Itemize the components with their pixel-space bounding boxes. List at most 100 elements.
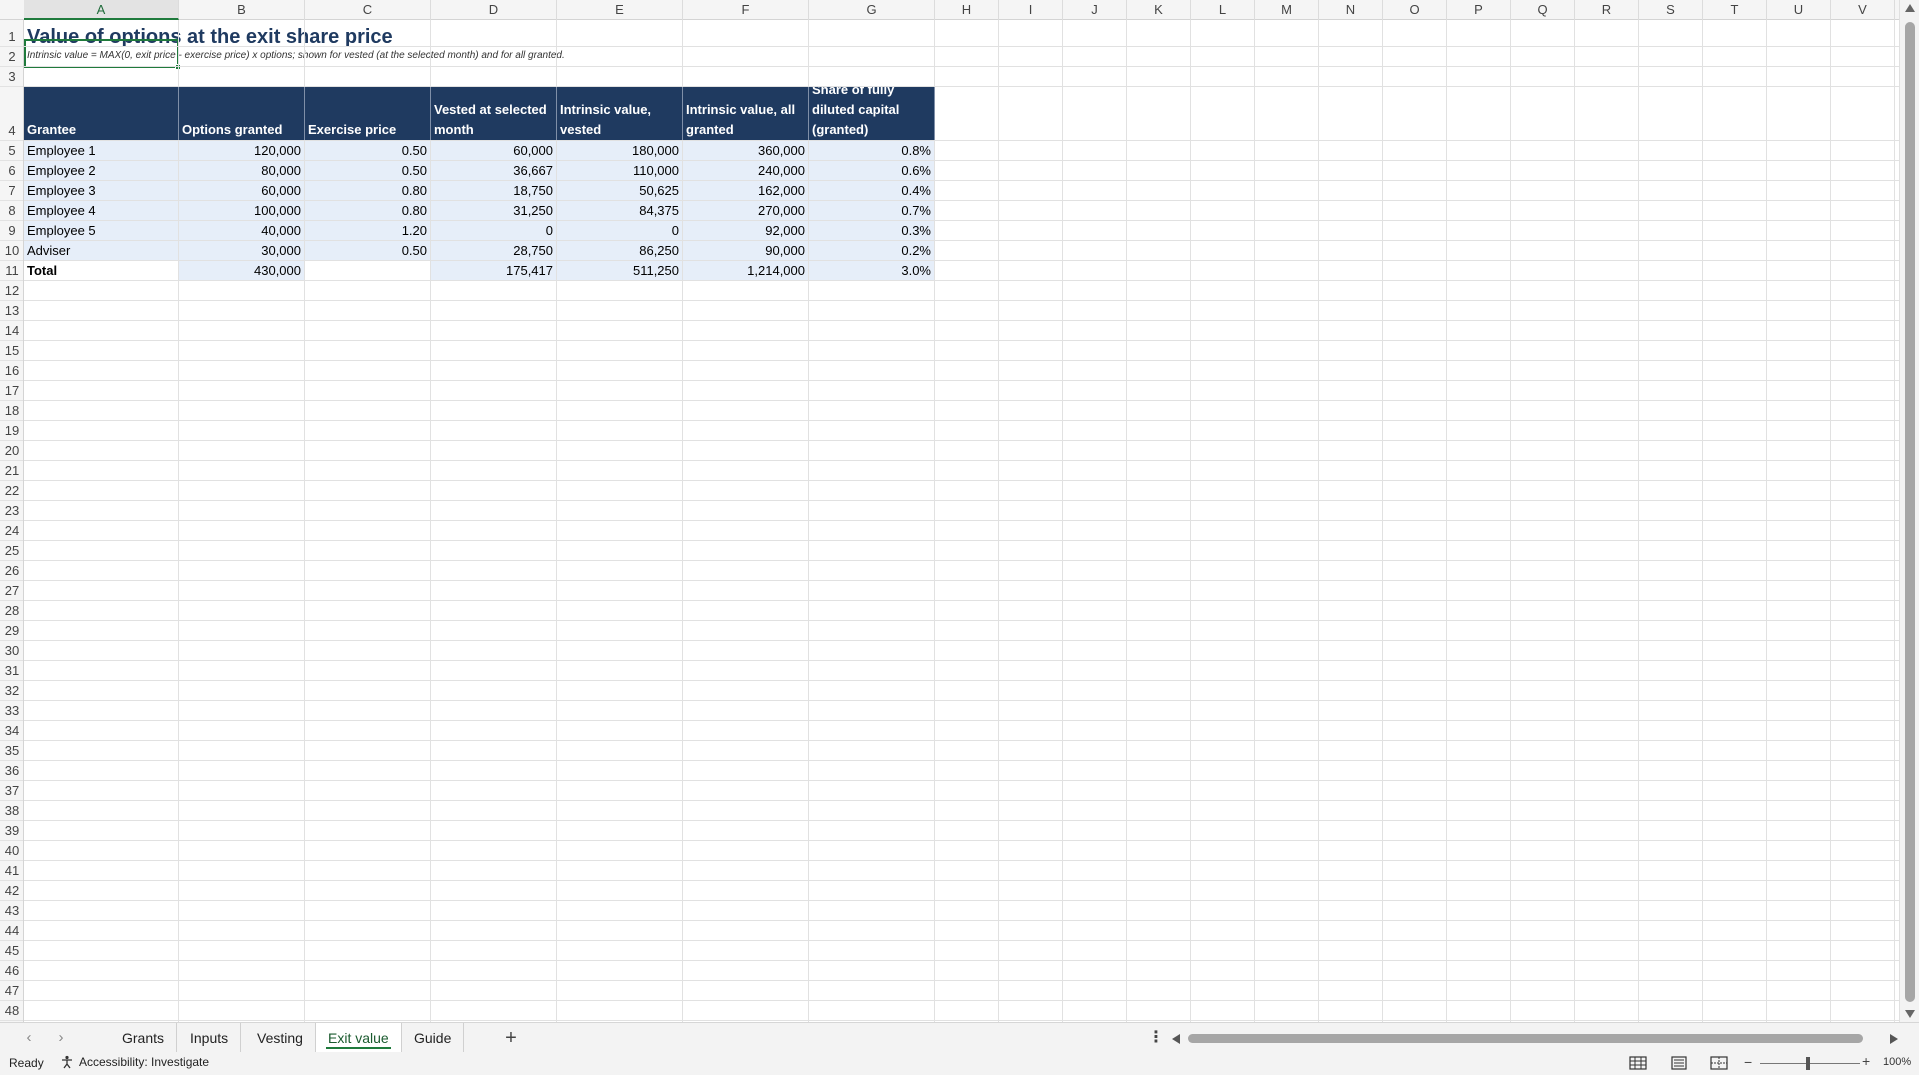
table-cell[interactable]: 0.8% (809, 141, 934, 160)
table-cell[interactable]: 0.7% (809, 201, 934, 220)
table-cell[interactable]: 18,750 (431, 181, 556, 200)
zoom-slider-thumb[interactable] (1806, 1057, 1810, 1070)
row-header-2[interactable]: 2 (0, 47, 23, 67)
table-cell[interactable]: 60,000 (179, 181, 304, 200)
row-header-15[interactable]: 15 (0, 341, 23, 361)
horizontal-scrollbar[interactable] (1170, 1030, 1900, 1046)
accessibility-status[interactable]: Accessibility: Investigate (60, 1055, 209, 1069)
column-header-o[interactable]: O (1383, 0, 1447, 20)
sheet-tab-guide[interactable]: Guide (402, 1023, 465, 1053)
row-header-29[interactable]: 29 (0, 621, 23, 641)
table-header-cell[interactable]: Grantee (24, 87, 179, 140)
total-cell[interactable]: 1,214,000 (683, 261, 808, 280)
row-header-8[interactable]: 8 (0, 201, 23, 221)
column-header-f[interactable]: F (683, 0, 809, 20)
table-cell[interactable]: 92,000 (683, 221, 808, 240)
row-header-12[interactable]: 12 (0, 281, 23, 301)
table-cell[interactable]: 0.2% (809, 241, 934, 260)
column-header-d[interactable]: D (431, 0, 557, 20)
row-header-18[interactable]: 18 (0, 401, 23, 421)
table-cell[interactable]: 0.50 (305, 141, 430, 160)
scroll-left-icon[interactable] (1172, 1034, 1180, 1044)
table-cell[interactable]: 162,000 (683, 181, 808, 200)
grantee-cell[interactable]: Employee 4 (24, 201, 178, 220)
table-cell[interactable]: 60,000 (431, 141, 556, 160)
row-header-43[interactable]: 43 (0, 901, 23, 921)
row-header-20[interactable]: 20 (0, 441, 23, 461)
grantee-cell[interactable]: Employee 2 (24, 161, 178, 180)
column-header-v[interactable]: V (1831, 0, 1895, 20)
total-cell[interactable]: 511,250 (557, 261, 682, 280)
row-header-5[interactable]: 5 (0, 141, 23, 161)
grantee-cell[interactable]: Employee 5 (24, 221, 178, 240)
row-header-37[interactable]: 37 (0, 781, 23, 801)
table-header-cell[interactable]: Vested at selected month (431, 87, 557, 140)
row-header-10[interactable]: 10 (0, 241, 23, 261)
row-header-46[interactable]: 46 (0, 961, 23, 981)
row-header-16[interactable]: 16 (0, 361, 23, 381)
column-header-a[interactable]: A (24, 0, 179, 20)
row-header-28[interactable]: 28 (0, 601, 23, 621)
table-cell[interactable]: 270,000 (683, 201, 808, 220)
table-cell[interactable]: 1.20 (305, 221, 430, 240)
row-header-4[interactable]: 4 (0, 87, 23, 141)
row-header-35[interactable]: 35 (0, 741, 23, 761)
sheet-subtitle[interactable]: Intrinsic value = MAX(0, exit price - ex… (27, 50, 565, 61)
table-header-cell[interactable]: Intrinsic value, vested (557, 87, 683, 140)
sheet-tab-inputs[interactable]: Inputs (178, 1023, 242, 1053)
column-header-k[interactable]: K (1127, 0, 1191, 20)
column-header-s[interactable]: S (1639, 0, 1703, 20)
total-label-cell[interactable]: Total (24, 261, 178, 280)
table-cell[interactable]: 30,000 (179, 241, 304, 260)
row-header-21[interactable]: 21 (0, 461, 23, 481)
row-header-22[interactable]: 22 (0, 481, 23, 501)
row-header-9[interactable]: 9 (0, 221, 23, 241)
table-header-cell[interactable]: Options granted (179, 87, 305, 140)
more-options-icon[interactable]: ⋮ (1148, 1027, 1164, 1049)
vertical-scrollbar[interactable] (1899, 0, 1919, 1022)
column-header-h[interactable]: H (935, 0, 999, 20)
scroll-right-icon[interactable] (1890, 1034, 1898, 1044)
row-header-11[interactable]: 11 (0, 261, 23, 281)
row-header-39[interactable]: 39 (0, 821, 23, 841)
table-cell[interactable]: 240,000 (683, 161, 808, 180)
column-header-b[interactable]: B (179, 0, 305, 20)
zoom-in-button[interactable]: + (1862, 1053, 1870, 1069)
table-cell[interactable]: 0.80 (305, 201, 430, 220)
row-header-23[interactable]: 23 (0, 501, 23, 521)
row-header-41[interactable]: 41 (0, 861, 23, 881)
normal-view-icon[interactable] (1629, 1056, 1647, 1070)
table-cell[interactable]: 0.80 (305, 181, 430, 200)
row-header-7[interactable]: 7 (0, 181, 23, 201)
row-header-1[interactable]: 1 (0, 20, 23, 47)
zoom-level[interactable]: 100% (1883, 1056, 1911, 1068)
cell-grid[interactable]: Value of options at the exit share price… (24, 20, 1899, 1022)
row-header-31[interactable]: 31 (0, 661, 23, 681)
row-header-40[interactable]: 40 (0, 841, 23, 861)
table-cell[interactable]: 0.6% (809, 161, 934, 180)
add-sheet-button[interactable]: + (499, 1026, 523, 1050)
horizontal-scroll-thumb[interactable] (1188, 1034, 1863, 1043)
column-header-c[interactable]: C (305, 0, 431, 20)
table-cell[interactable]: 100,000 (179, 201, 304, 220)
row-header-48[interactable]: 48 (0, 1001, 23, 1021)
column-header-t[interactable]: T (1703, 0, 1767, 20)
row-header-25[interactable]: 25 (0, 541, 23, 561)
table-cell[interactable]: 180,000 (557, 141, 682, 160)
row-header-14[interactable]: 14 (0, 321, 23, 341)
column-header-u[interactable]: U (1767, 0, 1831, 20)
scroll-up-icon[interactable] (1905, 4, 1915, 12)
table-cell[interactable]: 0 (557, 221, 682, 240)
sheet-tab-grants[interactable]: Grants (110, 1023, 178, 1053)
table-cell[interactable]: 0.3% (809, 221, 934, 240)
row-header-13[interactable]: 13 (0, 301, 23, 321)
row-header-45[interactable]: 45 (0, 941, 23, 961)
table-cell[interactable]: 0 (431, 221, 556, 240)
row-header-33[interactable]: 33 (0, 701, 23, 721)
row-header-19[interactable]: 19 (0, 421, 23, 441)
row-header-27[interactable]: 27 (0, 581, 23, 601)
table-cell[interactable]: 90,000 (683, 241, 808, 260)
table-cell[interactable]: 0.4% (809, 181, 934, 200)
table-cell[interactable]: 0.50 (305, 161, 430, 180)
chevron-left-icon[interactable]: ‹ (18, 1028, 40, 1048)
